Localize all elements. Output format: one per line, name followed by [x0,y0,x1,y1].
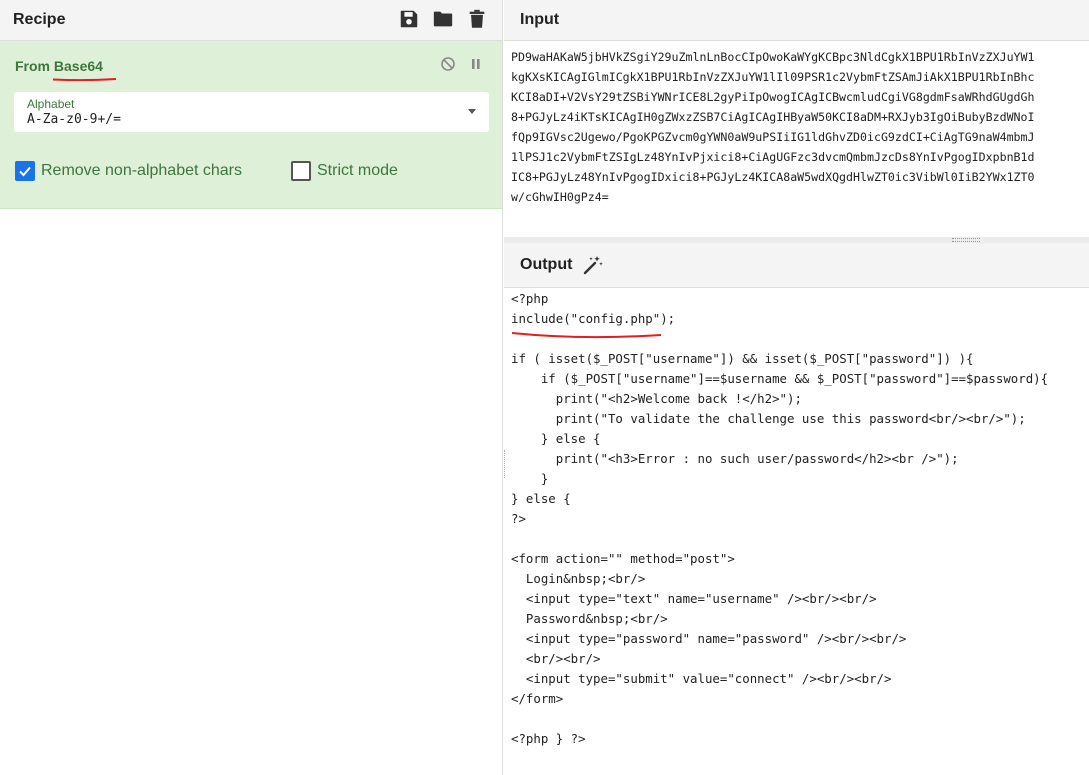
annotation-underline [53,78,116,81]
annotation-underline [511,332,662,339]
alphabet-value: A-Za-z0-9+/= [27,112,121,127]
output-textarea[interactable]: <?php include("config.php"); if ( isset(… [511,289,1089,749]
remove-non-alphabet-label: Remove non-alphabet chars [41,162,243,179]
operation-prefix: From [15,58,54,74]
output-header: Output [504,243,1089,288]
strict-mode-option[interactable]: Strict mode [291,161,398,181]
recipe-header: Recipe [0,0,502,41]
alphabet-label: Alphabet [27,97,75,111]
recipe-title: Recipe [13,11,66,28]
trash-icon[interactable] [466,8,488,30]
output-title: Output [520,256,573,273]
magic-wand-icon[interactable] [582,254,604,276]
recipe-pane: Recipe From Base64 Alphabet A-Za-z0-9+/=… [0,0,503,775]
folder-icon[interactable] [432,8,454,30]
vertical-splitter-handle[interactable] [504,450,507,478]
resize-handle[interactable] [952,238,980,242]
input-header: Input [504,0,1089,41]
strict-mode-checkbox[interactable] [291,161,311,181]
strict-mode-label: Strict mode [317,162,398,179]
remove-non-alphabet-checkbox[interactable] [15,161,35,181]
save-icon[interactable] [398,8,420,30]
operation-name: Base64 [53,58,103,74]
alphabet-select[interactable]: Alphabet A-Za-z0-9+/= [14,92,489,132]
input-title: Input [520,11,560,28]
from-base64-operation[interactable]: From Base64 Alphabet A-Za-z0-9+/= Remove… [0,41,502,209]
pause-icon[interactable] [470,57,482,71]
recipe-header-icons [398,8,488,30]
operation-title: From Base64 [15,58,116,81]
chevron-down-icon[interactable] [468,109,476,114]
input-pane: Input PD9waHAKaW5jbHVkZSgiY29uZmlnLnBocC… [504,0,1089,237]
disable-icon[interactable] [440,56,456,72]
operation-controls [440,56,482,72]
remove-non-alphabet-option[interactable]: Remove non-alphabet chars [15,161,242,181]
input-textarea[interactable]: PD9waHAKaW5jbHVkZSgiY29uZmlnLnBocCIpOwoK… [511,47,1089,207]
checkmark-icon [19,166,31,177]
output-pane: Output <?php include("config.php"); if (… [504,243,1089,775]
